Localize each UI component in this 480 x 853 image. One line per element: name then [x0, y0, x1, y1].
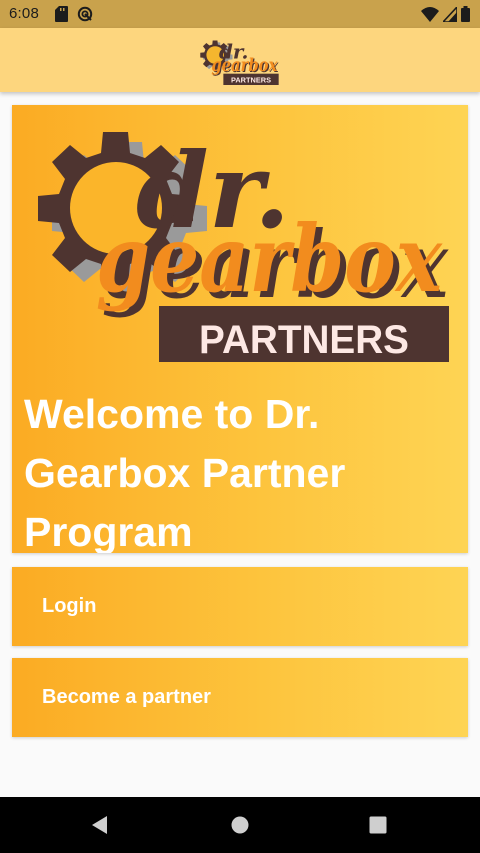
back-icon[interactable] — [88, 813, 112, 837]
status-time: 6:08 — [9, 5, 39, 22]
login-label: Login — [42, 595, 97, 617]
logo-word-gearbox: gearbox — [211, 56, 277, 76]
navigation-bar — [0, 797, 480, 853]
battery-icon — [461, 6, 470, 22]
home-icon[interactable] — [228, 813, 252, 837]
hero-logo: dr. gearbox gearbox PARTNERS — [38, 129, 449, 362]
status-bar: 6:08 — [0, 0, 480, 28]
logo-partners-label: PARTNERS — [231, 76, 271, 85]
logo-word-gearbox: gearbox — [96, 205, 443, 313]
sd-card-icon — [55, 6, 68, 22]
recents-icon[interactable] — [366, 813, 390, 837]
become-partner-label: Become a partner — [42, 686, 211, 708]
welcome-title: Welcome to Dr. Gearbox Partner Program — [24, 391, 346, 553]
cellular-signal-icon — [443, 6, 457, 22]
status-notification-icons — [55, 6, 93, 22]
wifi-icon — [421, 6, 439, 22]
become-partner-button[interactable]: Become a partner — [12, 658, 468, 737]
app-bar: dr. gearbox gearbox PARTNERS — [0, 28, 480, 92]
welcome-card: dr. gearbox gearbox PARTNERS Welcome to … — [12, 105, 468, 553]
status-system-icons — [421, 6, 470, 22]
login-button[interactable]: Login — [12, 567, 468, 646]
sync-icon — [77, 6, 93, 22]
app-bar-logo: dr. gearbox gearbox PARTNERS — [200, 40, 279, 85]
logo-partners-label: PARTNERS — [199, 318, 409, 362]
